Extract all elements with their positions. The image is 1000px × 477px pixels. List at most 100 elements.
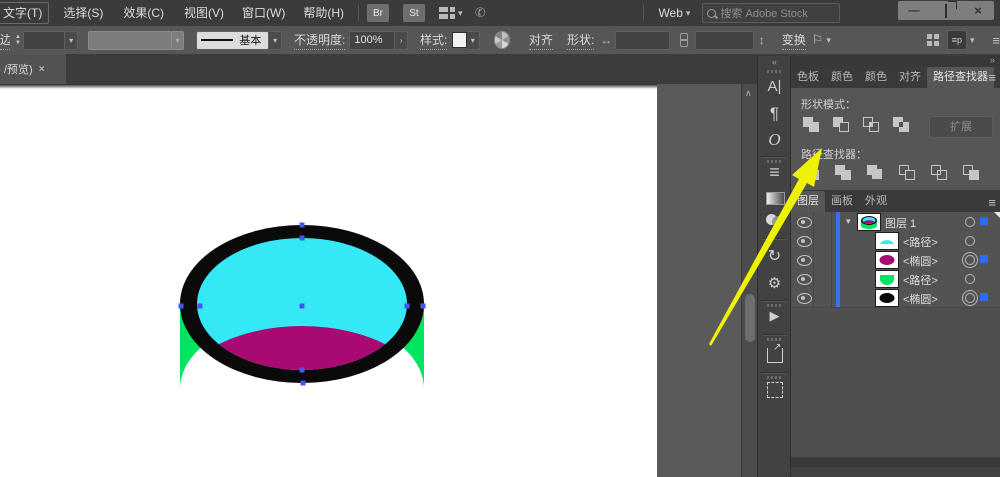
dock-header[interactable]: » [791, 56, 1000, 66]
stroke-weight-dropdown[interactable]: ▾ [65, 31, 78, 50]
selection-square[interactable] [980, 293, 988, 301]
object-thumbnail[interactable] [875, 270, 899, 288]
export-panel-icon[interactable]: ↗ [767, 348, 783, 363]
graphic-styles-panel-icon[interactable]: ⚙ [758, 274, 791, 292]
align-label[interactable]: 对齐 [529, 31, 553, 50]
tab-layers[interactable]: 图层 [791, 191, 825, 212]
target-circle-selected-icon[interactable] [965, 293, 975, 303]
layer-row-path-cyan[interactable]: <路径> [791, 231, 1000, 251]
expand-chevron-icon[interactable]: ▾ [846, 216, 851, 227]
shape-height-field[interactable] [695, 31, 754, 50]
arrange-dropdown-arrow[interactable]: ▾ [970, 35, 975, 46]
link-dimensions-icon[interactable] [678, 33, 687, 47]
minus-back-button[interactable] [961, 164, 985, 184]
opacity-label[interactable]: 不透明度: [294, 31, 345, 50]
menu-effect[interactable]: 效果(C) [117, 3, 170, 23]
scrollbar-thumb[interactable] [745, 294, 755, 342]
stroke-weight-label[interactable]: 边: [0, 31, 10, 50]
tab-color[interactable]: 颜色 [825, 67, 859, 88]
dock-grid-icon[interactable] [927, 34, 939, 46]
minimize-button[interactable]: — [902, 5, 926, 17]
artboards-panel-icon[interactable] [767, 382, 783, 398]
merge-button[interactable] [865, 164, 889, 184]
tab-align[interactable]: 对齐 [893, 67, 927, 88]
target-circle-icon[interactable] [965, 274, 975, 284]
style-dropdown-arrow[interactable]: ▾ [467, 31, 480, 50]
close-button[interactable]: × [966, 3, 990, 18]
character-panel-icon[interactable]: A| [758, 78, 791, 95]
symbols-panel-icon[interactable]: ↻ [758, 246, 791, 266]
actions-panel-icon[interactable]: ▶ [758, 308, 791, 324]
layer-name[interactable]: 图层 1 [885, 215, 916, 231]
width-profile-arrow[interactable]: ▾ [172, 31, 185, 50]
tab-swatches[interactable]: 色板 [791, 67, 825, 88]
crop-button[interactable] [897, 164, 921, 184]
cc-sync-icon[interactable]: ✆ [473, 4, 488, 22]
workspace-switcher-icon[interactable]: ▾ [439, 7, 463, 19]
target-circle-icon[interactable] [965, 236, 975, 246]
pathfinder-panel-menu-icon[interactable]: ≡ [988, 70, 996, 85]
expand-dock-icon[interactable]: » [990, 55, 995, 65]
brush-definition-dropdown[interactable]: 基本 [196, 31, 269, 50]
collapse-dock-icon[interactable]: « [758, 57, 791, 67]
recolor-artwork-icon[interactable] [494, 31, 510, 49]
target-circle-selected-icon[interactable] [965, 255, 975, 265]
layer-row-path-green[interactable]: <路径> [791, 269, 1000, 289]
brush-dropdown-arrow[interactable]: ▾ [269, 31, 282, 50]
shape-label[interactable]: 形状: [567, 31, 594, 50]
arrange-documents-icon[interactable]: ≡p [947, 30, 967, 50]
control-bar-menu-icon[interactable]: ≡ [992, 33, 1000, 48]
selection-square[interactable] [980, 217, 988, 225]
layer-row-ellipse-black[interactable]: <椭圆> [791, 288, 1000, 308]
menu-type[interactable]: 文字(T) [0, 2, 49, 24]
tab-appearance[interactable]: 外观 [859, 191, 893, 212]
object-name[interactable]: <椭圆> [903, 291, 938, 307]
menu-help[interactable]: 帮助(H) [297, 3, 350, 23]
object-thumbnail[interactable] [875, 289, 899, 307]
scroll-up-icon[interactable]: ∧ [745, 88, 752, 99]
stock-button[interactable]: St [403, 4, 425, 22]
stroke-weight-stepper[interactable]: ▲▼ [13, 32, 23, 49]
visibility-eye-icon[interactable] [797, 236, 812, 247]
opentype-panel-icon[interactable]: O [758, 130, 791, 150]
object-name[interactable]: <路径> [903, 234, 938, 250]
tab-pathfinder[interactable]: 路径查找器 [927, 67, 994, 88]
style-swatch[interactable] [452, 32, 467, 48]
document-close-icon[interactable]: × [39, 64, 45, 75]
artboard-canvas[interactable] [0, 84, 657, 477]
layer-thumbnail[interactable] [857, 213, 881, 231]
menu-select[interactable]: 选择(S) [57, 3, 109, 23]
visibility-eye-icon[interactable] [797, 293, 812, 304]
exclude-button[interactable] [891, 116, 915, 136]
restore-button[interactable] [934, 5, 958, 17]
width-profile-dropdown[interactable] [88, 31, 172, 50]
style-label[interactable]: 样式: [420, 31, 447, 50]
expand-button[interactable]: 扩展 [929, 116, 993, 138]
gradient-panel-icon[interactable] [766, 192, 785, 205]
workspace-dropdown[interactable]: Web▾ [652, 3, 696, 23]
pin-icon[interactable]: ⚐ [812, 32, 824, 48]
outline-button[interactable] [929, 164, 953, 184]
stroke-weight-field[interactable] [23, 31, 65, 50]
divide-button[interactable] [801, 164, 825, 184]
tab-artboards[interactable]: 画板 [825, 191, 859, 212]
unite-button[interactable] [801, 116, 825, 136]
opacity-field[interactable]: 100% [349, 31, 395, 50]
stroke-panel-icon[interactable]: ≡ [758, 162, 791, 183]
vertical-scrollbar[interactable]: ∧ [741, 84, 758, 477]
selection-square[interactable] [980, 255, 988, 263]
tab-color-guide[interactable]: 颜色 [859, 67, 893, 88]
transform-dropdown-arrow[interactable]: ▾ [826, 35, 831, 46]
object-thumbnail[interactable] [875, 232, 899, 250]
object-name[interactable]: <路径> [903, 272, 938, 288]
trim-button[interactable] [833, 164, 857, 184]
target-circle-icon[interactable] [965, 217, 975, 227]
layers-panel-menu-icon[interactable]: ≡ [988, 195, 996, 210]
object-name[interactable]: <椭圆> [903, 253, 938, 269]
document-tab[interactable]: /预览) × [0, 54, 66, 84]
transparency-panel-icon[interactable] [766, 214, 784, 227]
paragraph-panel-icon[interactable]: ¶ [758, 104, 791, 124]
visibility-eye-icon[interactable] [797, 217, 812, 228]
menu-window[interactable]: 窗口(W) [236, 3, 291, 23]
minus-front-button[interactable] [831, 116, 855, 136]
